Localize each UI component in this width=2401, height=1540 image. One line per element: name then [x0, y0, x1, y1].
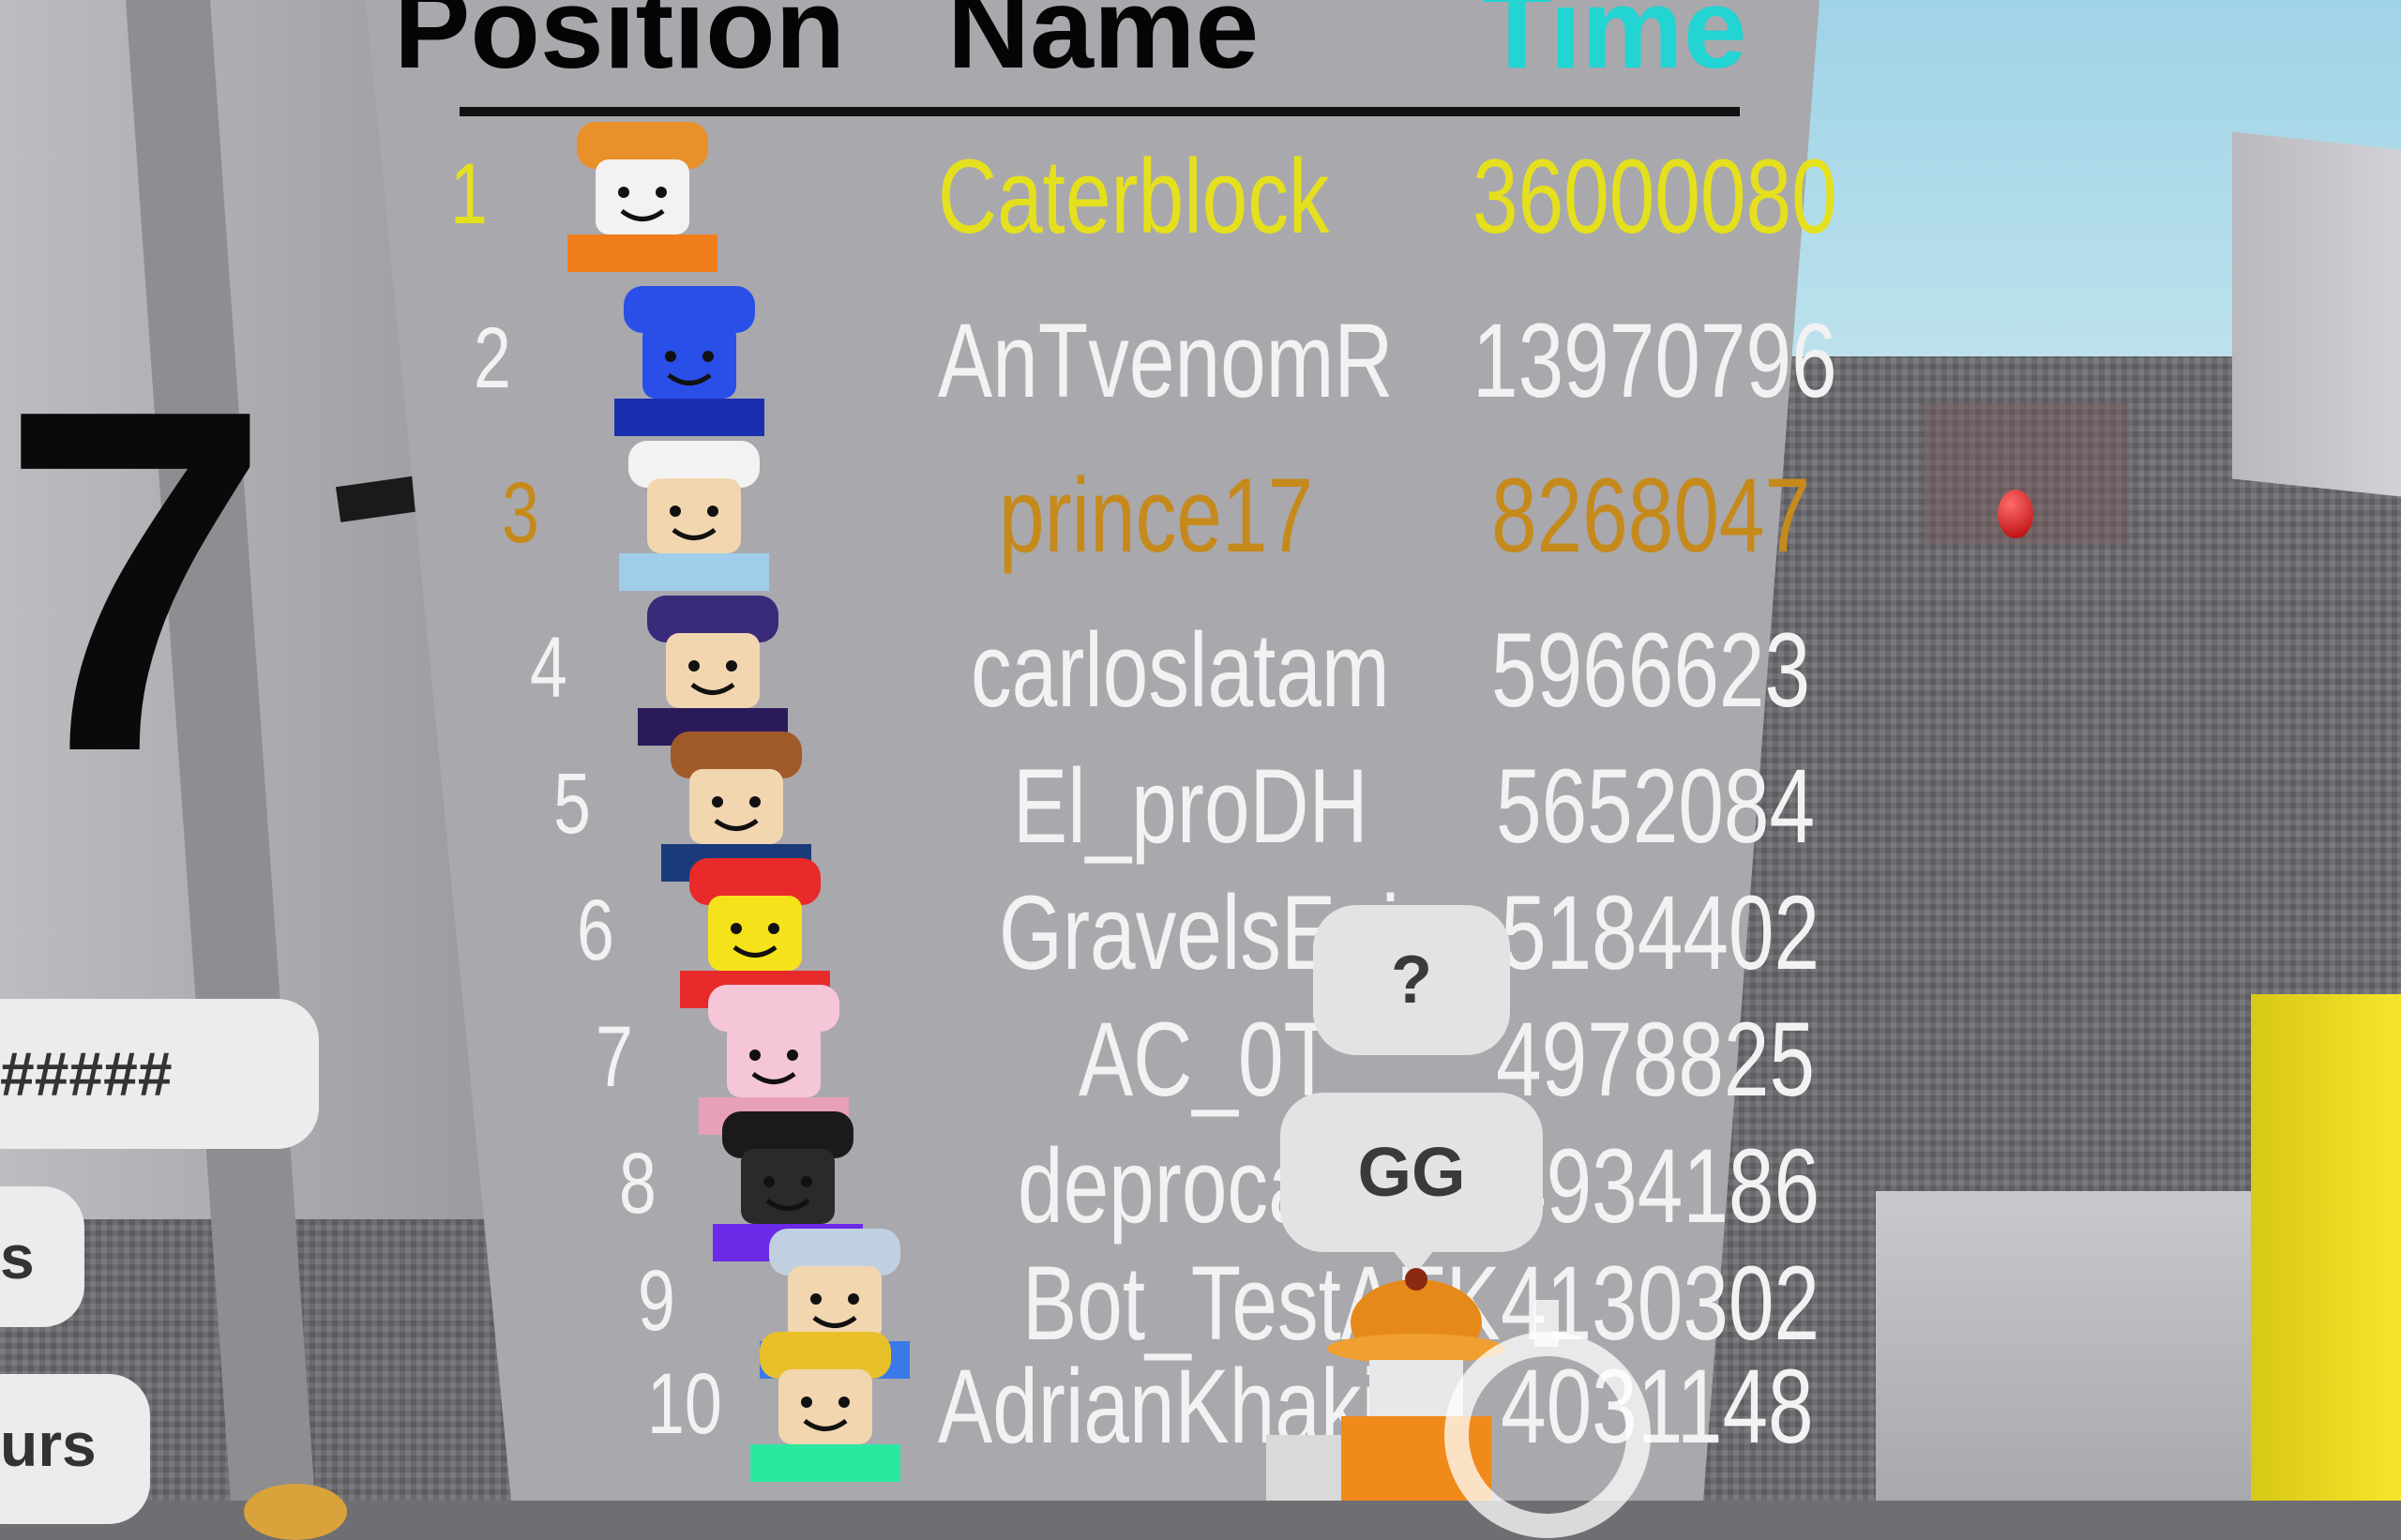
row-player-name: AnTvenomR [938, 302, 1394, 419]
row-time: 4978825 [1496, 1001, 1816, 1118]
row-position: 3 [502, 465, 539, 561]
header-position: Position [394, 0, 846, 92]
row-time: 13970796 [1472, 302, 1837, 419]
row-time: 5652084 [1496, 747, 1816, 865]
red-ball-icon [1998, 490, 2033, 538]
row-position: 6 [577, 883, 614, 978]
row-time: 8268047 [1491, 457, 1811, 574]
row-position: 2 [474, 310, 511, 406]
row-player-name: Caterblock [938, 138, 1330, 255]
coin-icon [244, 1484, 347, 1540]
row-position: 1 [450, 146, 488, 242]
row-time: 4934186 [1501, 1127, 1820, 1245]
white-hat-avatar-icon [619, 441, 769, 591]
chat-bubble-gg: GG [1280, 1093, 1543, 1276]
blue-smiley-avatar-icon [614, 286, 764, 436]
side-button-3[interactable]: urs [0, 1374, 150, 1524]
row-position: 4 [530, 620, 567, 716]
row-player-name: El_proDH [1013, 747, 1368, 865]
yellow-block [2251, 994, 2401, 1501]
header-name: Name [947, 0, 1260, 92]
row-position: 9 [638, 1253, 675, 1349]
tiger-hat-avatar-icon [567, 122, 717, 272]
row-time: 5966623 [1491, 611, 1811, 729]
row-position: 8 [619, 1136, 657, 1231]
row-position: 10 [647, 1356, 722, 1452]
header-divider [460, 107, 1740, 116]
background-wall [2232, 131, 2401, 497]
camera-target-icon[interactable] [1444, 1300, 1651, 1538]
chat-bubble-question: ? [1313, 905, 1510, 1055]
row-time: 36000080 [1472, 138, 1837, 255]
wizard-hat-avatar-icon [638, 596, 788, 746]
sign-number: 7 [0, 309, 272, 853]
row-player-name: prince17 [999, 457, 1314, 574]
row-position: 7 [596, 1009, 633, 1105]
side-button-1[interactable]: ##### [0, 999, 319, 1149]
header-time: Time [1482, 0, 1747, 92]
row-player-name: carloslatam [971, 611, 1390, 729]
row-time: 5184402 [1501, 874, 1820, 991]
row-position: 5 [553, 756, 591, 852]
colorful-avatar-icon [750, 1332, 900, 1482]
side-button-2[interactable]: s [0, 1186, 84, 1327]
